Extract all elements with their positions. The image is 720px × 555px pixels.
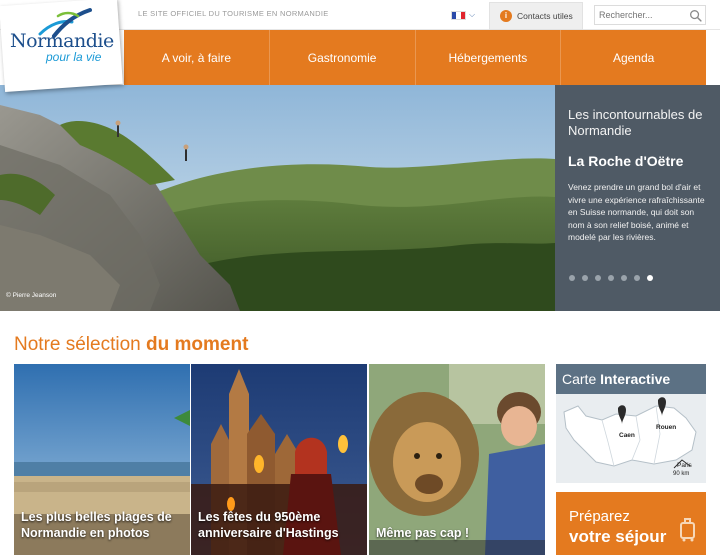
map-title-part2: Interactive — [600, 371, 671, 387]
nav-item-hebergements[interactable]: Hébergements — [416, 30, 562, 85]
map-label-rouen: Rouen — [656, 424, 677, 431]
fr-flag-icon — [451, 10, 466, 20]
card-caption-line: Même pas cap ! — [376, 526, 470, 540]
slider-dot[interactable] — [634, 275, 640, 281]
prep-line1: Préparez — [569, 508, 630, 525]
slider-dot[interactable] — [569, 275, 575, 281]
card-caption: Les plus belles plages de Normandie en p… — [21, 509, 172, 541]
search-box — [594, 5, 706, 25]
slider-dot[interactable] — [621, 275, 627, 281]
card-hastings[interactable]: Les fêtes du 950ème anniversaire d'Hasti… — [191, 364, 367, 555]
slider-dots — [569, 275, 653, 281]
card-caption: Les fêtes du 950ème anniversaire d'Hasti… — [198, 509, 339, 541]
map-label-caen: Caen — [619, 432, 635, 439]
logo-text: Normandie — [10, 30, 114, 52]
nav-item-agenda[interactable]: Agenda — [561, 30, 706, 85]
slider-dot-active[interactable] — [647, 275, 653, 281]
card-caption-line: Les plus belles plages de — [21, 510, 172, 524]
card-caption: Même pas cap ! — [376, 525, 469, 541]
main-nav: A voir, à faire Gastronomie Hébergements… — [124, 30, 706, 85]
card-caption-line: Normandie en photos — [21, 526, 150, 540]
hero-info-panel[interactable]: Les incontournables de Normandie La Roch… — [555, 85, 720, 311]
search-input[interactable] — [595, 6, 685, 24]
card-caption-line: Les fêtes du 950ème — [198, 510, 321, 524]
prep-line2: votre séjour — [569, 527, 667, 546]
map-label-paris: Paris — [677, 462, 692, 469]
slider-dot[interactable] — [595, 275, 601, 281]
contacts-label: Contacts utiles — [517, 11, 573, 21]
nav-item-gastronomie[interactable]: Gastronomie — [270, 30, 416, 85]
normandy-map: Caen Rouen Paris 90 km — [556, 394, 706, 483]
luggage-icon — [680, 518, 695, 542]
panel-description: Venez prendre un grand bol d'air et vivr… — [568, 182, 705, 242]
interactive-map-widget[interactable]: Carte Interactive Caen Rouen Paris 90 km — [556, 364, 706, 483]
nav-item-a-voir[interactable]: A voir, à faire — [124, 30, 270, 85]
card-caption-line: anniversaire d'Hastings — [198, 526, 339, 540]
chevron-down-icon: ⌵ — [469, 10, 476, 19]
site-tagline: LE SITE OFFICIEL DU TOURISME EN NORMANDI… — [138, 9, 329, 18]
preparez-sejour-button[interactable]: Préparez votre séjour — [556, 492, 706, 555]
site-logo[interactable]: Normandie pour la vie — [0, 0, 124, 93]
map-title-part1: Carte — [562, 371, 601, 387]
logo-subtitle: pour la vie — [46, 50, 102, 64]
language-selector[interactable]: ⌵ — [451, 8, 481, 22]
slider-dot[interactable] — [608, 275, 614, 281]
card-plages[interactable]: Les plus belles plages de Normandie en p… — [14, 364, 190, 555]
card-meme-pas-cap[interactable]: Même pas cap ! — [369, 364, 545, 555]
search-icon[interactable] — [689, 9, 702, 22]
hero-slider[interactable]: © Pierre Jeanson Les incontournables de … — [0, 85, 720, 311]
section-title-part2: du moment — [146, 334, 249, 355]
panel-kicker: Les incontournables de Normandie — [568, 107, 703, 138]
slider-dot[interactable] — [582, 275, 588, 281]
panel-title: La Roche d'Oëtre — [568, 153, 684, 169]
info-icon: i — [500, 10, 512, 22]
section-title-part1: Notre sélection — [14, 334, 147, 355]
map-title: Carte Interactive — [562, 371, 670, 387]
photo-credit: © Pierre Jeanson — [6, 292, 57, 299]
section-title: Notre sélection du moment — [14, 334, 248, 356]
hero-photo-roche-doetre — [0, 85, 555, 311]
contacts-button[interactable]: i Contacts utiles — [489, 2, 583, 30]
map-label-distance: 90 km — [673, 471, 690, 477]
